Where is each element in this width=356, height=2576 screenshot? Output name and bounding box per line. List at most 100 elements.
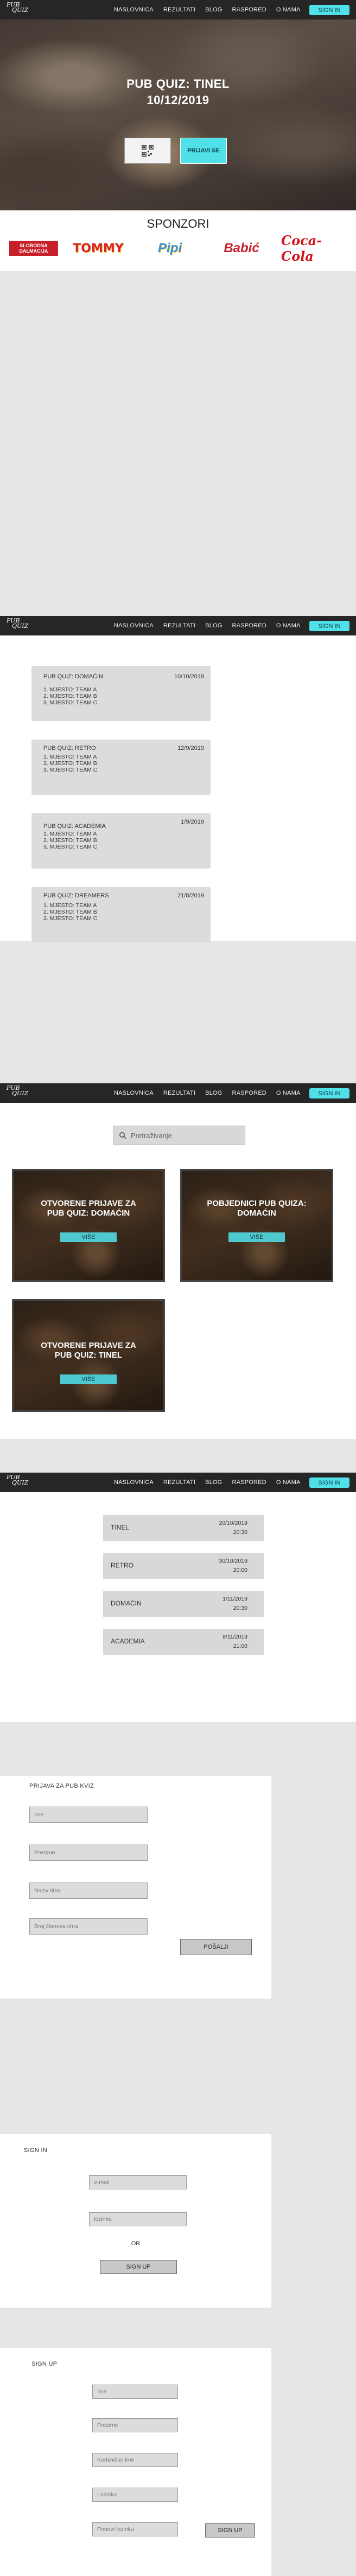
result-card-academia[interactable]: PUB QUIZ: ACADEMIA 1/9/2019 1. MJESTO: T… (31, 813, 211, 869)
sign-in-button[interactable]: SIGN IN (309, 1477, 349, 1488)
schedule-item-retro[interactable]: RETRO 30/10/2019 20:00 (103, 1553, 264, 1579)
sponsor-name: TOMMY (73, 241, 124, 255)
blog-card-title-line2: PUB QUIZ: TINEL (54, 1351, 123, 1360)
submit-button[interactable]: POŠALJI (180, 1939, 252, 1955)
hero-overlay (0, 20, 356, 210)
nav-link-o-nama[interactable]: O NAMA (276, 7, 301, 13)
search-input[interactable]: Pretraživanje (113, 1126, 245, 1145)
sponsor-logo-slobodna-dalmacija[interactable]: SLOBODNA DALMACIJA (8, 237, 60, 259)
nav-link-naslovnica[interactable]: NASLOVNICA (114, 622, 154, 629)
result-place-1: 1. MJESTO: TEAM A (43, 831, 97, 837)
result-place-1: 1. MJESTO: TEAM A (43, 754, 97, 760)
blog-card-title-line1: POBJEDNICI PUB QUIZA: (207, 1199, 307, 1208)
username-field[interactable]: Korisničko ime (92, 2453, 178, 2467)
blog-card-more-button[interactable]: VIŠE (60, 1374, 117, 1384)
site-logo[interactable]: PUB QUIZ (7, 1474, 29, 1490)
nav-link-blog[interactable]: BLOG (205, 622, 222, 629)
last-name-field[interactable]: Prezime (29, 1845, 148, 1861)
logo-text-quiz: QUIZ (12, 622, 29, 629)
hero-banner: PUB QUIZ: TINEL 10/12/2019 PRIJAVI SE (0, 20, 356, 210)
sponsor-logo-coca-cola[interactable]: Coca-Cola (281, 233, 344, 264)
result-title: PUB QUIZ: ACADEMIA (43, 823, 106, 830)
sponsors-heading: SPONZORI (147, 217, 209, 230)
schedule-time: 21:00 (233, 1643, 247, 1649)
nav-link-blog[interactable]: BLOG (205, 1479, 222, 1486)
search-placeholder: Pretraživanje (131, 1131, 172, 1140)
first-name-field[interactable]: Ime (92, 2385, 178, 2399)
nav-link-rezultati[interactable]: REZULTATI (163, 7, 195, 13)
blog-card-open-registrations-tinel[interactable]: OTVORENE PRIJAVE ZA PUB QUIZ: TINEL VIŠE (12, 1299, 165, 1412)
nav-link-raspored[interactable]: RASPORED (232, 1479, 266, 1486)
schedule-time: 20:30 (233, 1529, 247, 1536)
site-logo[interactable]: PUB QUIZ (7, 618, 28, 633)
join-quiz-button[interactable]: PRIJAVI SE (180, 138, 227, 164)
team-size-field[interactable]: Broj članova tima (29, 1918, 148, 1935)
hero-title: PUB QUIZ: TINEL (126, 77, 230, 91)
sponsor-logo-tommy[interactable]: TOMMY (73, 237, 124, 259)
nav-link-o-nama[interactable]: O NAMA (276, 622, 301, 629)
sponsor-name: SLOBODNA DALMACIJA (9, 241, 58, 256)
sign-in-button[interactable]: SIGN IN (309, 5, 349, 15)
repeat-password-field[interactable]: Ponovi lozinku (92, 2522, 178, 2536)
sign-in-button[interactable]: SIGN IN (309, 621, 349, 631)
nav-link-naslovnica[interactable]: NASLOVNICA (114, 1090, 154, 1096)
schedule-time: 20:30 (233, 1605, 247, 1611)
blog-card-open-registrations-domacin[interactable]: OTVORENE PRIJAVE ZA PUB QUIZ: DOMAĆIN VI… (12, 1169, 165, 1282)
sign-up-button[interactable]: SIGN UP (100, 2260, 177, 2274)
schedule-page: PUB QUIZ NASLOVNICA REZULTATI BLOG RASPO… (0, 1473, 356, 1722)
blog-card-title-line2: DOMAĆIN (237, 1209, 276, 1218)
blog-card-winners-domacin[interactable]: POBJEDNICI PUB QUIZA: DOMAĆIN VIŠE (180, 1169, 333, 1282)
schedule-item-academia[interactable]: ACADEMIA 8/11/2019 21:00 (103, 1629, 264, 1655)
logo-text-quiz: QUIZ (12, 1479, 29, 1486)
password-field[interactable]: lozinka (89, 2212, 187, 2226)
sponsor-name: Coca-Cola (281, 233, 322, 264)
form-title: SIGN UP (31, 2361, 58, 2367)
sign-in-form: SIGN IN e-mail lozinka OR SIGN UP (0, 2134, 271, 2308)
sign-in-button[interactable]: SIGN IN (309, 1088, 349, 1099)
nav-links: NASLOVNICA REZULTATI BLOG RASPORED O NAM… (114, 0, 310, 20)
nav-link-rezultati[interactable]: REZULTATI (163, 622, 195, 629)
password-field[interactable]: Lozinka (92, 2488, 178, 2502)
nav-links: NASLOVNICA REZULTATI BLOG RASPORED O NAM… (114, 1473, 310, 1492)
nav-link-raspored[interactable]: RASPORED (232, 7, 266, 13)
result-place-3: 3. MJESTO: TEAM C (43, 767, 98, 773)
site-logo[interactable]: PUB QUIZ (7, 2, 28, 17)
schedule-item-domacin[interactable]: DOMAĆIN 1/11/2019 20:30 (103, 1591, 264, 1617)
nav-link-o-nama[interactable]: O NAMA (276, 1479, 301, 1486)
team-name-field[interactable]: Naziv tima (29, 1883, 148, 1899)
nav-link-o-nama[interactable]: O NAMA (276, 1090, 301, 1096)
site-logo[interactable]: PUB QUIZ (7, 1085, 28, 1101)
schedule-date: 1/11/2019 (223, 1596, 247, 1602)
first-name-field[interactable]: Ime (29, 1807, 148, 1823)
nav-link-blog[interactable]: BLOG (205, 1090, 222, 1096)
last-name-field[interactable]: Prezime (92, 2418, 178, 2432)
result-card-domacin[interactable]: PUB QUIZ: DOMAĆIN 10/10/2019 1. MJESTO: … (31, 666, 211, 721)
schedule-date: 8/11/2019 (223, 1634, 247, 1640)
nav-link-naslovnica[interactable]: NASLOVNICA (114, 1479, 154, 1486)
sponsor-logo-pipi[interactable]: Pipi (148, 237, 192, 259)
result-place-2: 2. MJESTO: TEAM B (43, 909, 97, 915)
schedule-name: TINEL (111, 1524, 130, 1531)
result-card-retro[interactable]: PUB QUIZ: RETRO 12/9/2019 1. MJESTO: TEA… (31, 740, 211, 795)
email-field[interactable]: e-mail (89, 2175, 187, 2189)
nav-link-rezultati[interactable]: REZULTATI (163, 1090, 195, 1096)
blog-card-overlay (182, 1171, 332, 1280)
result-title: PUB QUIZ: DREAMERS (43, 892, 109, 899)
sign-up-submit-button[interactable]: SIGN UP (205, 2523, 255, 2538)
result-title: PUB QUIZ: RETRO (43, 745, 96, 751)
blog-card-overlay (14, 1171, 163, 1280)
blog-card-more-button[interactable]: VIŠE (60, 1232, 117, 1242)
logo-text-quiz: QUIZ (12, 7, 29, 14)
result-place-1: 1. MJESTO: TEAM A (43, 686, 97, 693)
schedule-item-tinel[interactable]: TINEL 20/10/2019 20:30 (103, 1515, 264, 1541)
nav-link-raspored[interactable]: RASPORED (232, 1090, 266, 1096)
nav-link-rezultati[interactable]: REZULTATI (163, 1479, 195, 1486)
blog-card-more-button[interactable]: VIŠE (228, 1232, 285, 1242)
sponsor-logo-babic[interactable]: Babić (217, 237, 266, 259)
result-card-dreamers[interactable]: PUB QUIZ: DREAMERS 21/8/2019 1. MJESTO: … (31, 887, 211, 942)
nav-link-blog[interactable]: BLOG (205, 7, 222, 13)
nav-link-naslovnica[interactable]: NASLOVNICA (114, 7, 154, 13)
nav-links: NASLOVNICA REZULTATI BLOG RASPORED O NAM… (114, 616, 310, 635)
nav-link-raspored[interactable]: RASPORED (232, 622, 266, 629)
result-place-2: 2. MJESTO: TEAM B (43, 837, 97, 844)
